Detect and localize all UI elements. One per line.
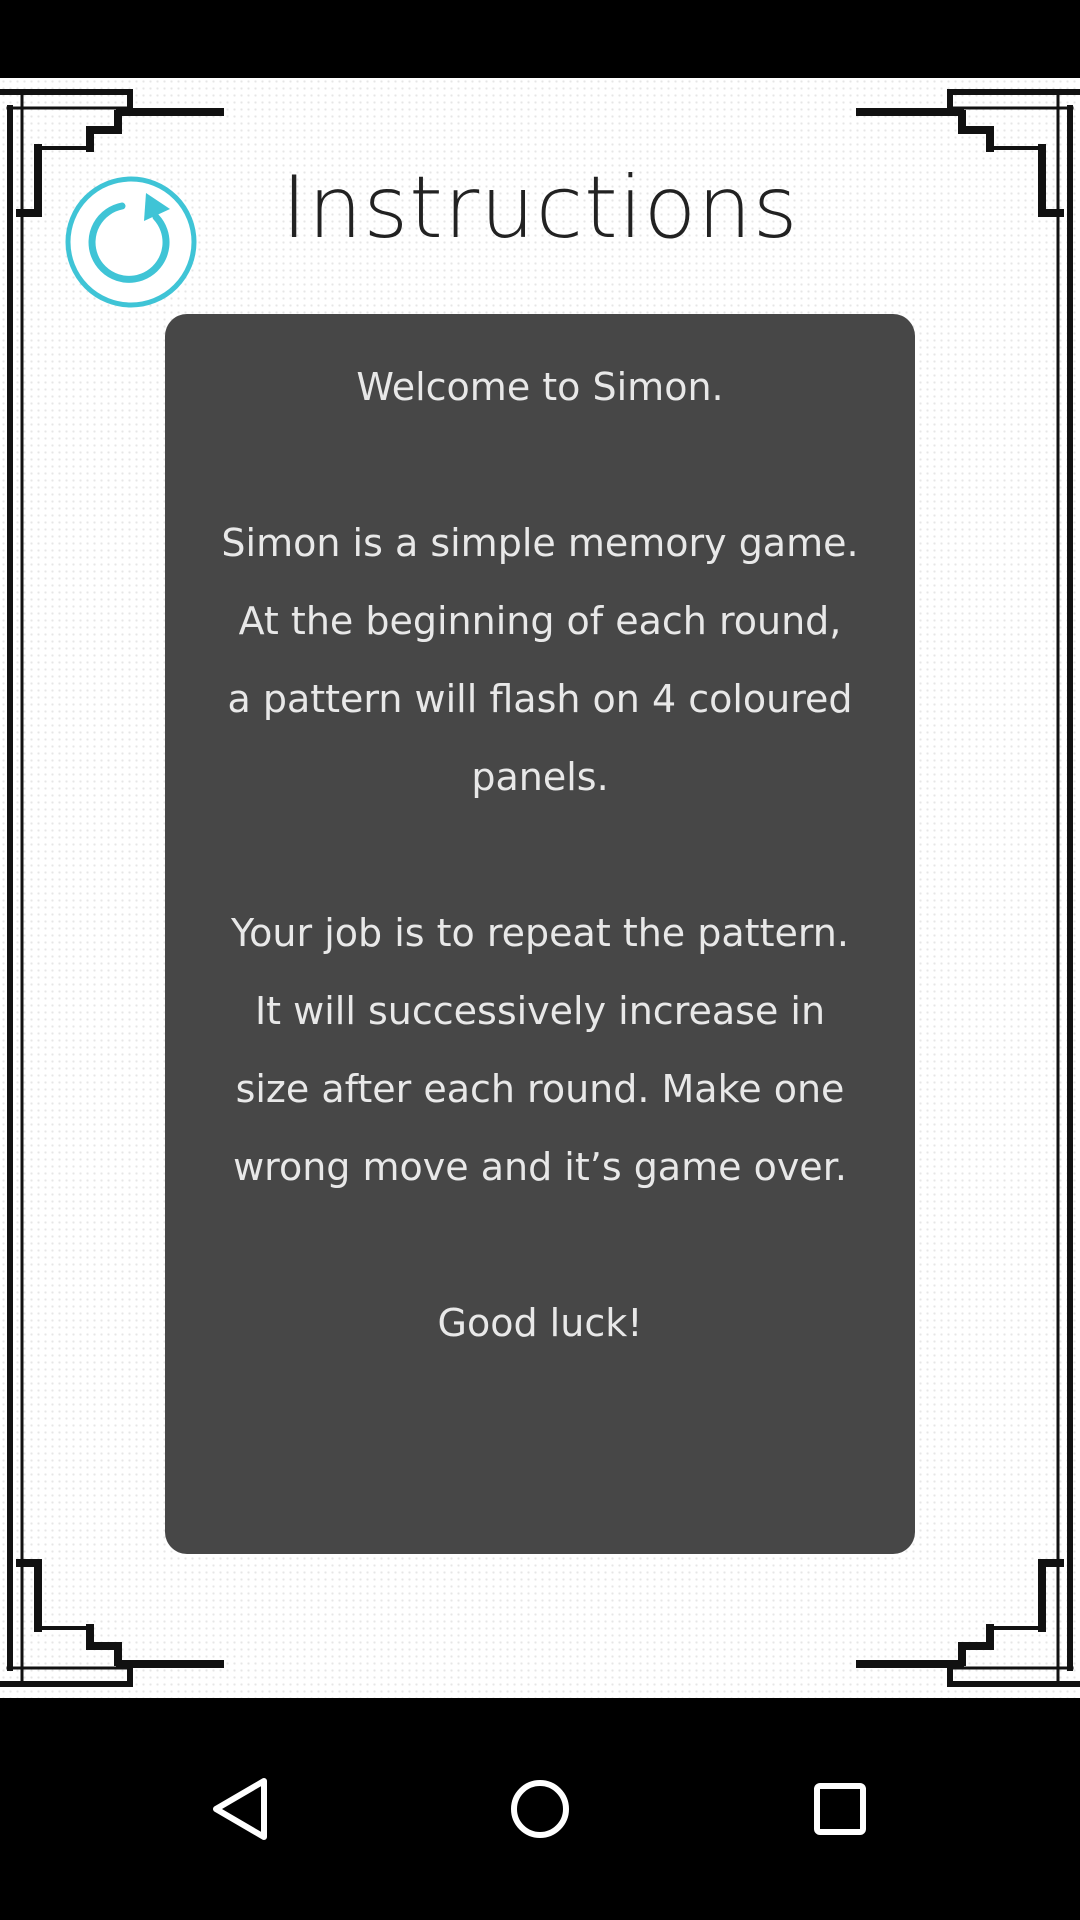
instruction-line: panels. bbox=[471, 755, 609, 799]
back-triangle-icon bbox=[213, 1778, 267, 1840]
home-button[interactable] bbox=[470, 1698, 610, 1920]
welcome-text: Welcome to Simon. bbox=[356, 365, 724, 409]
instruction-line: Simon is a simple memory game. bbox=[221, 521, 859, 565]
system-navigation-bar bbox=[0, 1698, 1080, 1920]
instruction-line: size after each round. Make one bbox=[235, 1067, 845, 1111]
status-bar bbox=[0, 0, 1080, 78]
instruction-line: wrong move and it’s game over. bbox=[233, 1145, 847, 1189]
page-title: Instructions bbox=[281, 158, 799, 258]
recents-button[interactable] bbox=[770, 1698, 910, 1920]
home-circle-icon bbox=[511, 1780, 569, 1838]
recents-square-icon bbox=[814, 1783, 866, 1835]
instruction-line: a pattern will flash on 4 coloured bbox=[227, 677, 853, 721]
closing-text: Good luck! bbox=[437, 1301, 643, 1345]
instruction-line: Your job is to repeat the pattern. bbox=[231, 911, 849, 955]
back-button[interactable] bbox=[170, 1698, 310, 1920]
instructions-screen: Instructions Welcome to Simon. Simon is … bbox=[0, 78, 1080, 1698]
instruction-line: At the beginning of each round, bbox=[238, 599, 842, 643]
instruction-line: It will successively increase in bbox=[254, 989, 826, 1033]
instructions-panel: Welcome to Simon. Simon is a simple memo… bbox=[165, 314, 915, 1554]
